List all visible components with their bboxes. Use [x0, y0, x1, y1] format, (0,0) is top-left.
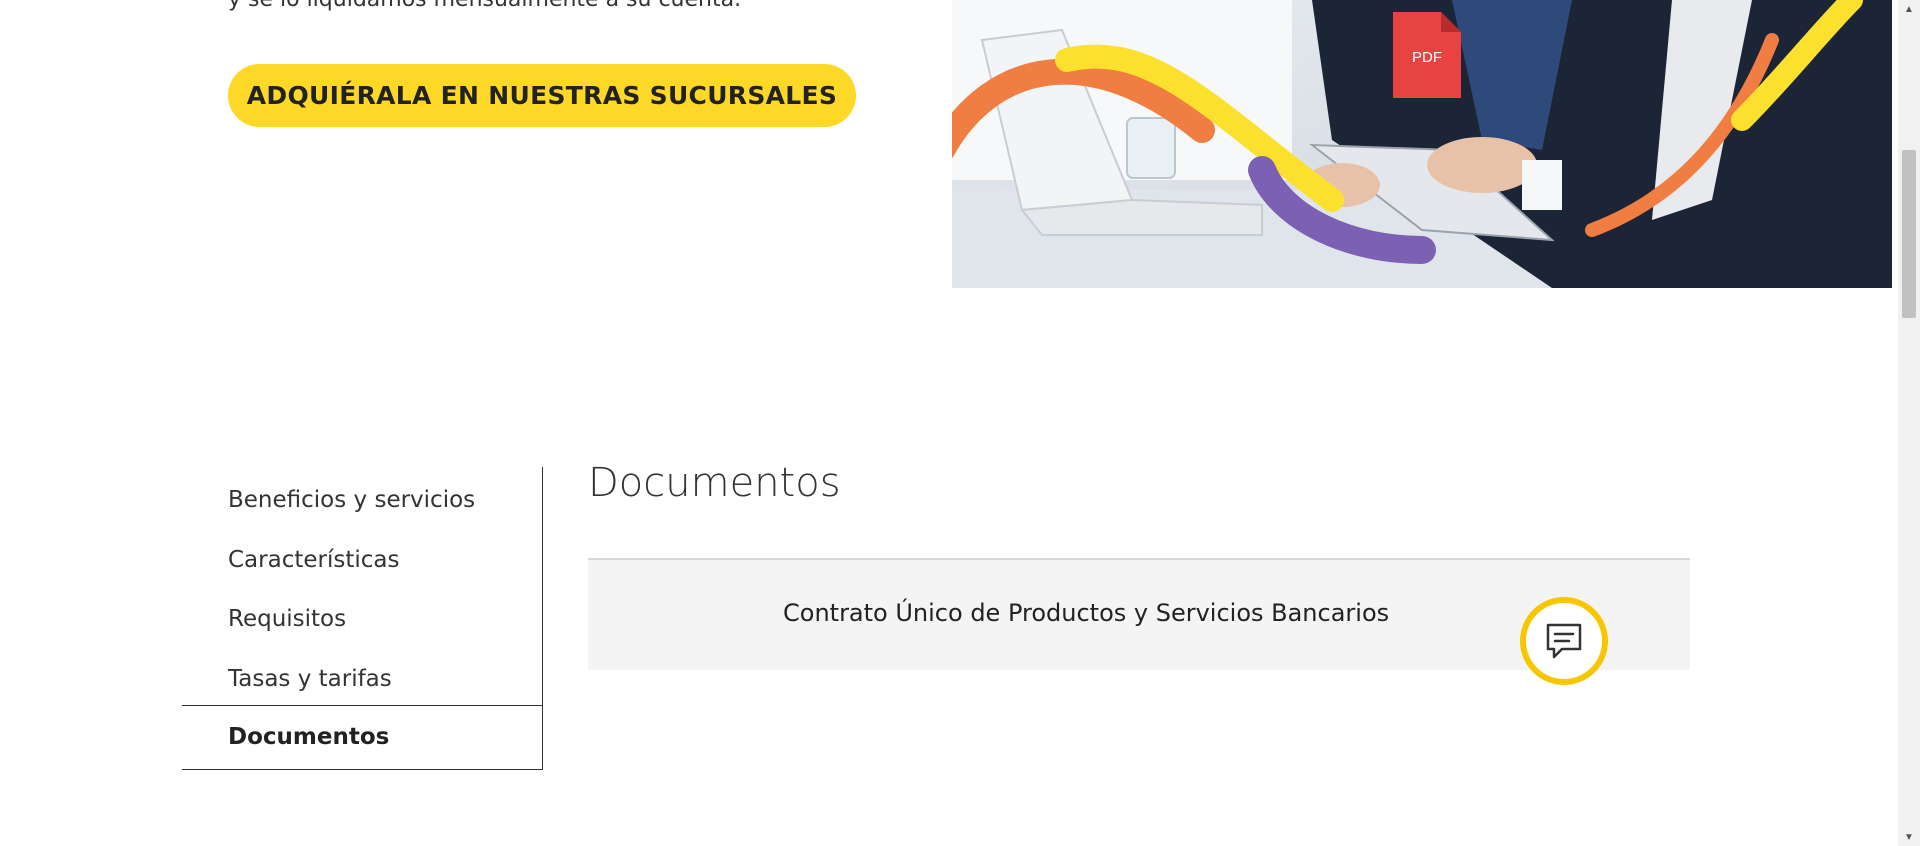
hero-description: y se lo liquidamos mensualmente a su cue…	[228, 0, 741, 12]
nav-item-tasas[interactable]: Tasas y tarifas	[228, 666, 392, 692]
nav-item-requisitos[interactable]: Requisitos	[228, 606, 346, 632]
chat-button[interactable]	[1520, 597, 1608, 685]
pdf-label: PDF	[1412, 49, 1442, 66]
scroll-up-arrow-icon[interactable]: ▲	[1898, 0, 1920, 18]
chat-bubble-icon	[1546, 623, 1582, 659]
document-title-link[interactable]: Contrato Único de Productos y Servicios …	[783, 599, 1389, 627]
scrollbar-thumb[interactable]	[1902, 150, 1916, 318]
nav-item-documentos[interactable]: Documentos	[182, 705, 542, 770]
scroll-down-arrow-icon[interactable]: ▼	[1898, 828, 1920, 846]
section-side-nav: Beneficios y servicios Características R…	[182, 467, 543, 770]
nav-item-caracteristicas[interactable]: Características	[228, 547, 399, 573]
documents-section-title: Documentos	[588, 460, 841, 506]
pdf-file-icon[interactable]: PDF	[1393, 12, 1461, 98]
nav-item-beneficios[interactable]: Beneficios y servicios	[228, 487, 475, 513]
nav-item-documentos-label: Documentos	[228, 724, 390, 750]
page-scrollbar[interactable]: ▲ ▼	[1898, 0, 1920, 846]
acquire-in-branches-button[interactable]: ADQUIÉRALA EN NUESTRAS SUCURSALES	[228, 64, 856, 127]
